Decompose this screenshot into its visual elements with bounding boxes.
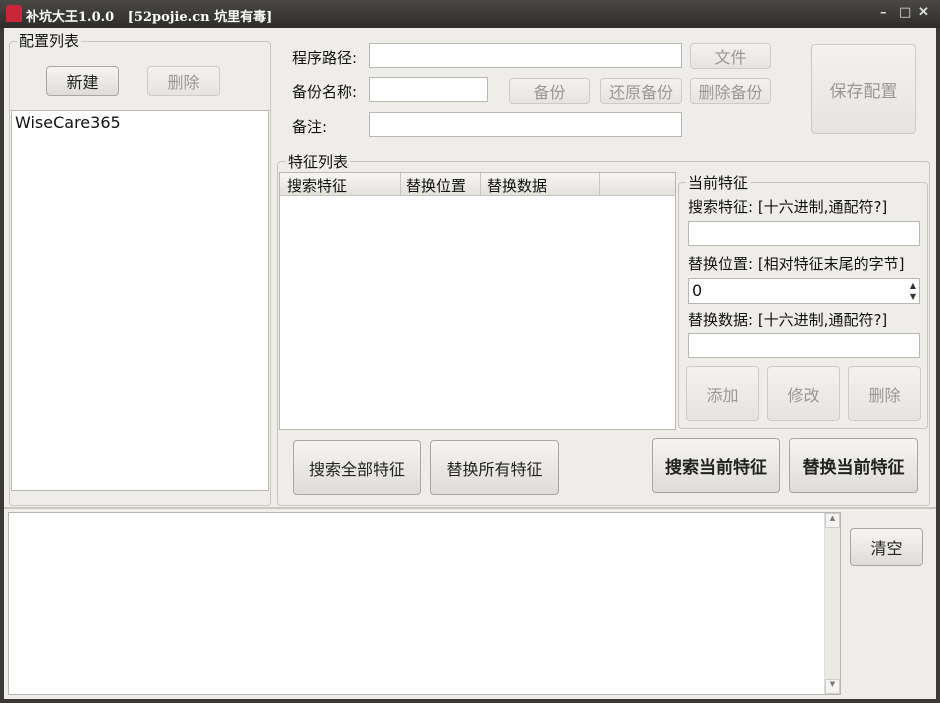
backup-button[interactable]: 备份 <box>509 78 590 104</box>
column-header[interactable]: 替换数据 <box>481 173 600 195</box>
current-feature-label: 当前特征 <box>686 172 751 193</box>
app-icon <box>6 5 22 22</box>
backup-name-input[interactable] <box>369 77 488 102</box>
search-feature-input[interactable] <box>688 221 920 246</box>
delete-feature-button[interactable]: 删除 <box>848 366 921 421</box>
spin-arrows-icon[interactable]: ▲ ▼ <box>910 280 916 302</box>
modify-feature-button[interactable]: 修改 <box>767 366 840 421</box>
scroll-up-icon[interactable]: ▲ <box>825 513 840 528</box>
replace-current-button[interactable]: 替换当前特征 <box>789 438 918 493</box>
minimize-button[interactable]: – <box>880 5 887 20</box>
add-feature-button[interactable]: 添加 <box>686 366 759 421</box>
delete-backup-button[interactable]: 删除备份 <box>690 78 771 104</box>
log-scrollbar[interactable]: ▲ ▼ <box>824 513 840 694</box>
feature-list-label: 特征列表 <box>286 151 351 172</box>
feature-table[interactable]: 搜索特征 替换位置 替换数据 <box>279 172 676 430</box>
replace-data-input[interactable] <box>688 333 920 358</box>
backup-name-label: 备份名称: <box>292 83 358 101</box>
column-header[interactable]: 搜索特征 <box>280 173 401 195</box>
column-header[interactable] <box>600 173 675 195</box>
delete-config-button[interactable]: 删除 <box>147 66 220 96</box>
file-button[interactable]: 文件 <box>690 43 771 69</box>
splitter[interactable] <box>4 507 936 509</box>
config-list-label: 配置列表 <box>17 30 82 51</box>
restore-backup-button[interactable]: 还原备份 <box>600 78 682 104</box>
new-config-button[interactable]: 新建 <box>46 66 119 96</box>
client-area: 配置列表 新建 删除 WiseCare365 程序路径: 文件 备份名称: 备份… <box>4 28 936 699</box>
note-input[interactable] <box>369 112 682 137</box>
title-bar: 补坑大王1.0.0 [52pojie.cn 坑里有毒] – □ ✕ <box>0 0 940 28</box>
offset-spinbox[interactable]: 0 ▲ ▼ <box>688 278 920 304</box>
offset-value: 0 <box>692 281 703 300</box>
search-feature-label: 搜索特征: [十六进制,通配符?] <box>688 198 888 216</box>
close-button[interactable]: ✕ <box>918 5 929 20</box>
log-textarea[interactable]: ▲ ▼ <box>8 512 841 695</box>
path-label: 程序路径: <box>292 49 358 67</box>
note-label: 备注: <box>292 118 328 136</box>
window-title: 补坑大王1.0.0 [52pojie.cn 坑里有毒] <box>26 10 273 25</box>
config-list[interactable]: WiseCare365 <box>11 110 269 491</box>
search-all-button[interactable]: 搜索全部特征 <box>293 440 421 495</box>
path-input[interactable] <box>369 43 682 68</box>
scroll-down-icon[interactable]: ▼ <box>825 679 840 694</box>
replace-all-button[interactable]: 替换所有特征 <box>430 440 559 495</box>
column-header[interactable]: 替换位置 <box>401 173 481 195</box>
config-list-item[interactable]: WiseCare365 <box>15 113 265 132</box>
save-config-button[interactable]: 保存配置 <box>811 44 916 134</box>
table-header: 搜索特征 替换位置 替换数据 <box>280 173 675 196</box>
maximize-button[interactable]: □ <box>899 5 911 20</box>
replace-data-label: 替换数据: [十六进制,通配符?] <box>688 311 888 329</box>
search-current-button[interactable]: 搜索当前特征 <box>652 438 780 493</box>
offset-label: 替换位置: [相对特征末尾的字节] <box>688 255 905 273</box>
clear-log-button[interactable]: 清空 <box>850 528 923 566</box>
